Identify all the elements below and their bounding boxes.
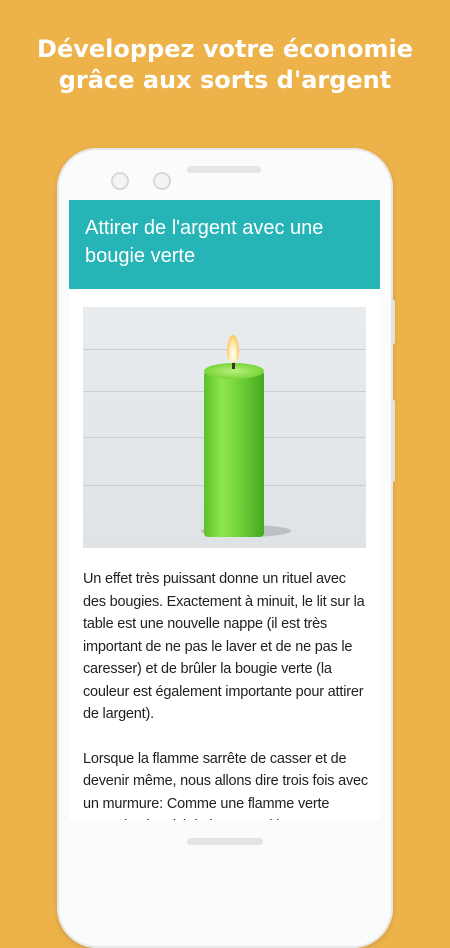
power-button	[391, 300, 395, 344]
app-bar: Attirer de l'argent avec une bougie vert…	[69, 200, 380, 289]
article-paragraph-2: Lorsque la flamme sarrête de casser et d…	[83, 750, 368, 821]
wood-plank-line	[83, 349, 366, 350]
headline-line-2: grâce aux sorts d'argent	[58, 66, 392, 94]
sensor-icon	[153, 172, 171, 190]
front-camera-icon	[111, 172, 129, 190]
app-screen: Attirer de l'argent avec une bougie vert…	[69, 200, 380, 820]
candle-body	[204, 369, 264, 537]
flame-icon	[227, 335, 239, 363]
volume-button	[391, 400, 395, 482]
headline-line-1: Développez votre économie	[37, 35, 413, 63]
article-paragraph-1: Un effet très puissant donne un rituel a…	[83, 571, 365, 722]
article-body: Un effet très puissant donne un rituel a…	[83, 568, 369, 820]
promo-headline: Développez votre économie grâce aux sort…	[0, 34, 450, 96]
article-title: Attirer de l'argent avec une bougie vert…	[85, 217, 324, 267]
home-indicator	[187, 838, 263, 845]
candle-image	[83, 307, 366, 548]
phone-frame: Attirer de l'argent avec une bougie vert…	[57, 148, 395, 948]
earpiece-speaker	[187, 166, 261, 173]
